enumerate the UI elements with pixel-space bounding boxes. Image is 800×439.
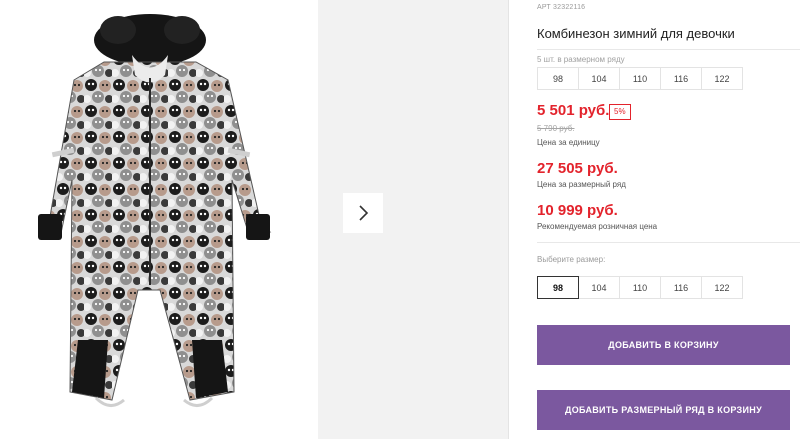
size-option-110[interactable]: 110 bbox=[619, 276, 661, 299]
add-size-row-to-cart-button[interactable]: ДОБАВИТЬ РАЗМЕРНЫЙ РЯД В КОРЗИНУ bbox=[537, 390, 790, 430]
size-option-116[interactable]: 116 bbox=[660, 276, 702, 299]
retail-price: 10 999 руб. bbox=[537, 202, 618, 219]
size-select-label: Выберите размер: bbox=[537, 255, 606, 264]
row-price: 27 505 руб. bbox=[537, 160, 618, 177]
product-article: АРТ 32322116 bbox=[537, 4, 586, 11]
product-title: Комбинезон зимний для девочки bbox=[537, 26, 735, 41]
product-info-panel: АРТ 32322116 Комбинезон зимний для девоч… bbox=[537, 0, 800, 439]
retail-price-label: Рекомендуемая розничная цена bbox=[537, 222, 658, 231]
divider bbox=[537, 242, 800, 243]
row-price-label: Цена за размерный ряд bbox=[537, 180, 626, 189]
unit-price: 5 501 руб. bbox=[537, 102, 610, 119]
size-selector: 98 104 110 116 122 bbox=[537, 276, 743, 299]
product-photo-snowsuit bbox=[38, 14, 272, 407]
size-option-122[interactable]: 122 bbox=[701, 276, 743, 299]
discount-badge: 5% bbox=[609, 104, 631, 120]
chevron-right-icon bbox=[359, 205, 369, 221]
size-option-104[interactable]: 104 bbox=[578, 276, 620, 299]
size-row-item: 110 bbox=[619, 67, 661, 90]
size-row-item: 104 bbox=[578, 67, 620, 90]
product-image[interactable] bbox=[0, 0, 318, 439]
panel-divider bbox=[508, 0, 509, 439]
gallery-next-button[interactable] bbox=[343, 193, 383, 233]
size-option-98[interactable]: 98 bbox=[537, 276, 579, 299]
size-row-item: 122 bbox=[701, 67, 743, 90]
product-gallery bbox=[0, 0, 508, 439]
size-row-item: 98 bbox=[537, 67, 579, 90]
divider bbox=[537, 49, 800, 50]
add-to-cart-button[interactable]: ДОБАВИТЬ В КОРЗИНУ bbox=[537, 325, 790, 365]
size-row-item: 116 bbox=[660, 67, 702, 90]
old-price: 5 790 руб. bbox=[537, 124, 575, 133]
unit-price-label: Цена за единицу bbox=[537, 138, 600, 147]
size-row-list: 98 104 110 116 122 bbox=[537, 67, 743, 90]
size-row-note: 5 шт. в размерном ряду bbox=[537, 55, 625, 64]
